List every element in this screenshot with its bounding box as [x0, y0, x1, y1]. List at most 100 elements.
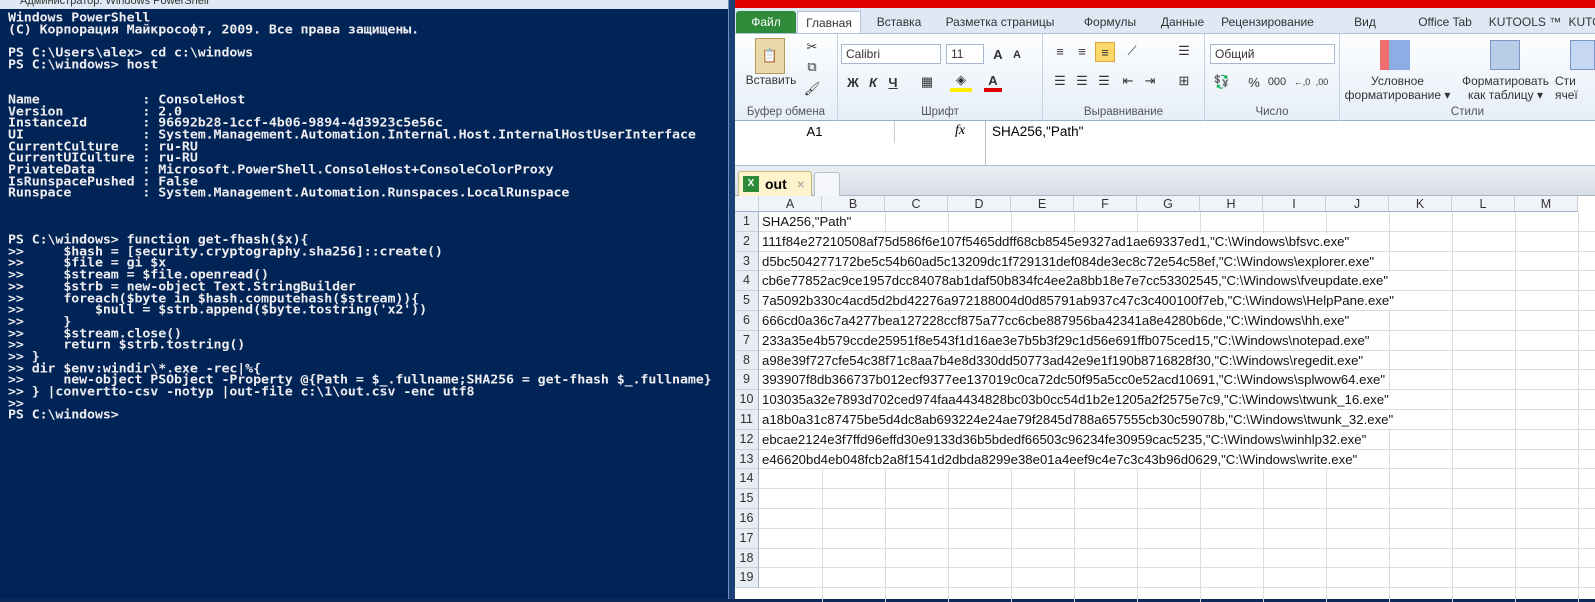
- insert-function-icon[interactable]: fx: [955, 123, 965, 139]
- column-header[interactable]: L: [1452, 196, 1515, 212]
- cell-a13[interactable]: e46620bd4eb048fcb2a8f1541d2dbda8299e38e0…: [762, 450, 1361, 469]
- row-header[interactable]: 8: [735, 350, 759, 371]
- row-header[interactable]: 15: [735, 489, 759, 509]
- font-size-select[interactable]: 11: [946, 44, 984, 64]
- currency-icon[interactable]: 💱: [1211, 72, 1233, 92]
- row-header[interactable]: 19: [735, 568, 759, 589]
- powershell-window[interactable]: Администратор: Windows PowerShell Window…: [0, 0, 728, 599]
- conditional-formatting-line2[interactable]: форматирование ▾: [1340, 88, 1455, 102]
- row-header[interactable]: 4: [735, 271, 759, 292]
- column-header[interactable]: H: [1200, 196, 1263, 212]
- row-header[interactable]: 5: [735, 291, 759, 311]
- decrease-decimal-icon[interactable]: ,00: [1313, 72, 1331, 92]
- font-name-select[interactable]: Calibri: [841, 44, 941, 64]
- ribbon-tab[interactable]: Разметка страницы: [935, 11, 1065, 34]
- column-header[interactable]: G: [1137, 196, 1200, 212]
- excel-title-bar[interactable]: [735, 0, 1595, 8]
- ribbon-tab[interactable]: Office Tab: [1405, 11, 1485, 34]
- cell-a1[interactable]: SHA256,"Path": [762, 213, 855, 231]
- cell-a3[interactable]: d5bc504277172be5c54b60ad5c13209dc1f72913…: [762, 252, 1378, 271]
- align-left-icon[interactable]: ☰: [1051, 72, 1069, 90]
- copy-icon[interactable]: ⧉: [803, 58, 821, 76]
- select-all-corner[interactable]: [735, 196, 759, 212]
- column-header[interactable]: B: [822, 196, 885, 212]
- cut-icon[interactable]: ✂: [803, 38, 821, 56]
- conditional-formatting-icon[interactable]: [1380, 40, 1410, 70]
- row-header[interactable]: 3: [735, 251, 759, 272]
- cell-a4[interactable]: cb6e77852ac9ce1957dcc84078ab1daf50b834fc…: [762, 272, 1392, 291]
- merge-center-icon[interactable]: ⊞: [1175, 72, 1193, 90]
- format-as-table-icon[interactable]: [1490, 40, 1520, 70]
- name-box[interactable]: A1: [735, 121, 895, 143]
- ribbon-tab[interactable]: Главная: [797, 11, 861, 34]
- percent-button[interactable]: %: [1245, 72, 1263, 92]
- row-header[interactable]: 9: [735, 370, 759, 391]
- column-header[interactable]: M: [1515, 196, 1578, 212]
- format-painter-icon[interactable]: 🖌: [803, 80, 821, 98]
- increase-decimal-icon[interactable]: ←,0: [1293, 72, 1311, 92]
- document-tab-out[interactable]: X out ×: [738, 171, 812, 196]
- bold-button[interactable]: Ж: [844, 72, 862, 92]
- format-as-table-line1[interactable]: Форматировать: [1458, 74, 1553, 88]
- wrap-text-icon[interactable]: ☰: [1175, 42, 1193, 60]
- font-color-icon[interactable]: A: [984, 72, 1002, 92]
- conditional-formatting-line1[interactable]: Условное: [1340, 74, 1455, 88]
- cell-styles-icon[interactable]: [1570, 40, 1595, 70]
- cell-a2[interactable]: 111f84e27210508af75d586f6e107f5465ddff68…: [762, 232, 1353, 251]
- cell-a9[interactable]: 393907f8db366737b012ecf9377ee137019c0ca7…: [762, 371, 1389, 390]
- powershell-console[interactable]: Windows PowerShell (C) Корпорация Майкрос…: [0, 12, 728, 599]
- grow-font-icon[interactable]: A: [988, 44, 1008, 64]
- powershell-title-bar[interactable]: Администратор: Windows PowerShell: [0, 0, 728, 9]
- row-header[interactable]: 2: [735, 231, 759, 252]
- close-tab-icon[interactable]: ×: [797, 176, 805, 192]
- thousands-button[interactable]: 000: [1265, 72, 1289, 92]
- ribbon-tab[interactable]: Данные: [1155, 11, 1210, 34]
- column-header[interactable]: E: [1011, 196, 1074, 212]
- shrink-font-icon[interactable]: A: [1008, 46, 1026, 64]
- row-header[interactable]: 7: [735, 330, 759, 351]
- cell-a7[interactable]: 233a35e4b579ccde25951f8e543f1d16ae3e7b5b…: [762, 331, 1373, 350]
- cell-a10[interactable]: 103035a32e7893d702ced974faa4434828bc03b0…: [762, 391, 1392, 409]
- decrease-indent-icon[interactable]: ⇤: [1119, 72, 1137, 90]
- align-middle-icon[interactable]: ≡: [1073, 42, 1091, 60]
- align-bottom-icon[interactable]: ≡: [1095, 42, 1115, 62]
- row-header[interactable]: 13: [735, 449, 759, 470]
- row-header[interactable]: 6: [735, 311, 759, 331]
- format-as-table-line2[interactable]: как таблицу ▾: [1458, 88, 1553, 102]
- row-header[interactable]: 10: [735, 390, 759, 410]
- ribbon-tab[interactable]: KUTO: [1565, 11, 1595, 34]
- align-right-icon[interactable]: ☰: [1095, 72, 1113, 90]
- row-header[interactable]: 14: [735, 469, 759, 490]
- column-header[interactable]: D: [948, 196, 1011, 212]
- new-tab-button[interactable]: [814, 172, 840, 196]
- ribbon-tab[interactable]: Вставка: [863, 11, 935, 34]
- column-header[interactable]: K: [1389, 196, 1452, 212]
- column-header[interactable]: A: [759, 196, 822, 212]
- formula-input[interactable]: SHA256,"Path": [985, 121, 1595, 165]
- spreadsheet-grid[interactable]: A B C D E F G H I J K L M 1 SHA256,"Path" 2 111f84e27210…: [735, 196, 1595, 602]
- italic-button[interactable]: К: [864, 72, 882, 92]
- cell-a12[interactable]: ebcae2124e3f7ffd96effd30e9133d36b5bdedf6…: [762, 430, 1370, 449]
- cell-a5[interactable]: 7a5092b330c4acd5d2bd42276a972188004d0d85…: [762, 292, 1397, 310]
- fill-color-icon[interactable]: ◈: [950, 72, 972, 92]
- column-header[interactable]: I: [1263, 196, 1326, 212]
- increase-indent-icon[interactable]: ⇥: [1141, 72, 1159, 90]
- number-format-select[interactable]: Общий: [1210, 44, 1335, 64]
- column-header[interactable]: F: [1074, 196, 1137, 212]
- row-header[interactable]: 11: [735, 410, 759, 430]
- align-center-icon[interactable]: ☰: [1073, 72, 1091, 90]
- ribbon-tab[interactable]: Вид: [1325, 11, 1405, 34]
- underline-button[interactable]: Ч: [884, 72, 902, 92]
- cell-a6[interactable]: 666cd0a36c7a4277bea127228ccf875a77cc6cbe…: [762, 312, 1353, 330]
- cell-styles-line2[interactable]: ячеї: [1555, 88, 1595, 102]
- cell-styles-line1[interactable]: Сти: [1555, 74, 1595, 88]
- orientation-icon[interactable]: ⟋: [1121, 42, 1143, 60]
- ribbon-tab[interactable]: Файл: [736, 11, 796, 34]
- row-header[interactable]: 12: [735, 429, 759, 450]
- cell-a8[interactable]: a98e39f727cfe54c38f71c8aa7b4e8d330dd5077…: [762, 351, 1367, 370]
- borders-icon[interactable]: ▦: [916, 72, 938, 92]
- paste-icon[interactable]: 📋: [755, 38, 785, 74]
- row-header[interactable]: 1: [735, 212, 759, 232]
- paste-button[interactable]: Вставить: [743, 72, 799, 88]
- cell-a11[interactable]: a18b0a31c87475be5d4dc8ab693224e24ae79f28…: [762, 411, 1397, 429]
